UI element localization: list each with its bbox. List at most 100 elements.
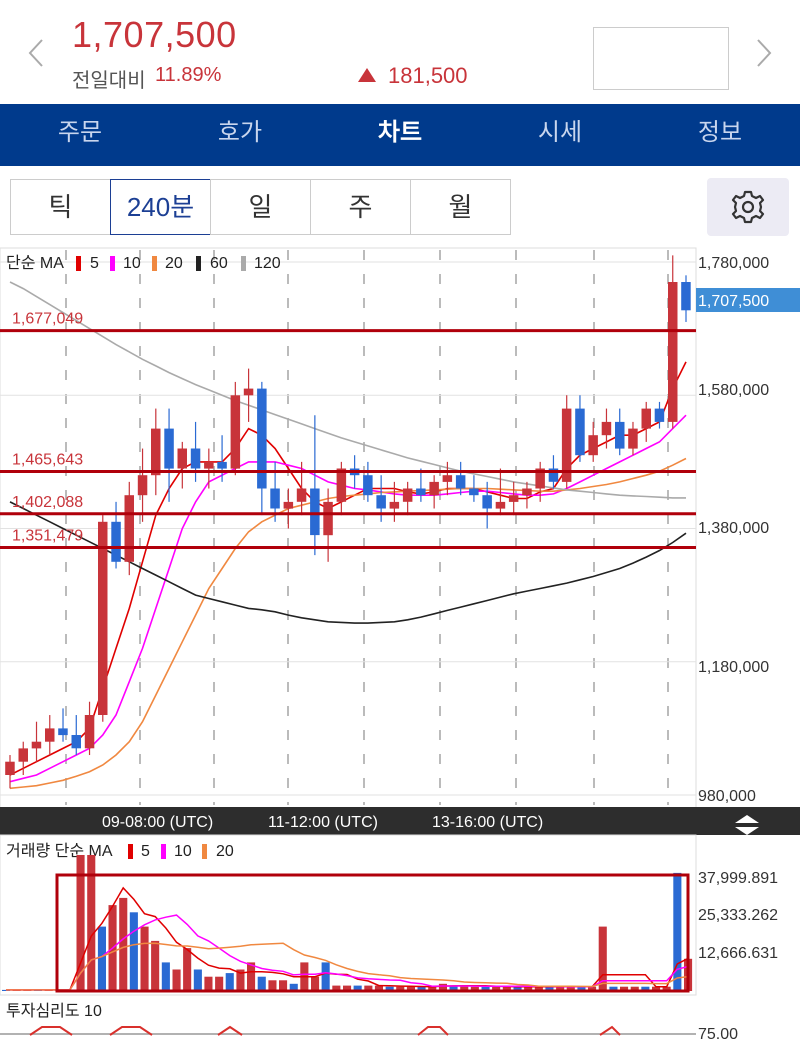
level-label: 1,677,049 <box>12 311 83 328</box>
candle-body <box>522 488 532 496</box>
time-label: 09-08:00 (UTC) <box>102 814 213 831</box>
candle-body <box>336 468 347 502</box>
price-axis: 1,780,000 1,580,000 1,380,000 1,180,000 … <box>696 255 800 805</box>
period-tick-button[interactable]: 틱 <box>10 179 111 235</box>
candle-body <box>654 408 665 422</box>
candle-body <box>137 475 148 496</box>
candle-body <box>508 495 519 502</box>
diff-label: 전일대비 <box>72 70 146 92</box>
current-price: 1,707,500 <box>72 14 237 55</box>
candle-body <box>84 715 95 749</box>
next-chevron-icon[interactable] <box>752 38 776 68</box>
ma10-label: 10 <box>123 255 141 272</box>
candle-body <box>416 488 426 496</box>
price-chart[interactable]: 1,677,049 1,465,643 1,402,088 1,351,479 단순 … <box>0 245 800 1039</box>
vol-ma20-label: 20 <box>216 843 234 860</box>
candle-body <box>668 282 678 422</box>
candle-body <box>111 521 121 562</box>
ma60-label: 60 <box>210 255 228 272</box>
y-tick-label: 1,580,000 <box>698 382 769 399</box>
candle-body <box>310 488 320 536</box>
ma5-label: 5 <box>90 255 99 272</box>
volume-bar <box>225 973 234 991</box>
volume-bar <box>204 976 213 991</box>
candle-body <box>442 475 453 482</box>
candle-body <box>31 741 42 749</box>
candle-body <box>495 501 506 509</box>
psych-tick-label: 75.00 <box>698 1026 738 1039</box>
ma20-label: 20 <box>165 255 183 272</box>
tab-orderbook[interactable]: 호가 <box>180 104 300 166</box>
candle-body <box>257 388 267 489</box>
candle-body <box>681 282 691 311</box>
candle-body <box>243 388 254 396</box>
ma10-swatch <box>110 256 115 271</box>
price-header: 1,707,500 전일대비 11.89% 181,500 <box>0 0 800 104</box>
vol-tick-label: 37,999.891 <box>698 870 778 887</box>
ma120-swatch <box>241 256 246 271</box>
candle-body <box>230 395 241 469</box>
time-label: 11-12:00 (UTC) <box>268 814 378 831</box>
vol-ma10-label: 10 <box>174 843 192 860</box>
volume-bar <box>193 969 202 991</box>
candle-body <box>588 435 598 456</box>
current-price-tag-label: 1,707,500 <box>698 293 769 310</box>
y-tick-label: 1,180,000 <box>698 659 769 676</box>
period-day-button[interactable]: 일 <box>210 179 311 235</box>
period-240m-button[interactable]: 240분 <box>110 179 211 235</box>
chart-settings-button[interactable] <box>707 178 789 236</box>
candle-body <box>429 481 439 496</box>
price-change: 181,500 <box>388 63 468 88</box>
period-week-button[interactable]: 주 <box>310 179 411 235</box>
tab-info[interactable]: 정보 <box>660 104 780 166</box>
candle-body <box>482 495 492 509</box>
candle-body <box>376 495 386 509</box>
period-month-button[interactable]: 월 <box>410 179 511 235</box>
level-label: 1,351,479 <box>12 528 83 545</box>
candle-body <box>402 488 413 502</box>
level-label: 1,465,643 <box>12 451 83 468</box>
candle-body <box>124 495 134 562</box>
candle-body <box>98 521 108 715</box>
volume-bar <box>172 969 181 991</box>
volume-bar <box>97 926 106 991</box>
volume-bar <box>140 926 149 991</box>
candle-body <box>71 735 81 749</box>
gear-icon <box>731 190 765 224</box>
candle-body <box>469 488 479 496</box>
main-tabs: 주문 호가 차트 시세 정보 <box>0 104 800 166</box>
volume-bar <box>129 912 138 991</box>
volume-bar <box>161 962 170 991</box>
tab-order[interactable]: 주문 <box>20 104 140 166</box>
ma60-swatch <box>196 256 201 271</box>
candle-body <box>641 408 651 429</box>
ma120-label: 120 <box>254 255 281 272</box>
candle-body <box>363 475 373 496</box>
up-triangle-icon <box>358 68 376 82</box>
tab-chart[interactable]: 차트 <box>340 104 460 166</box>
candle-body <box>58 728 68 736</box>
ma5-swatch <box>76 256 81 271</box>
volume-bar <box>257 976 266 991</box>
prev-chevron-icon[interactable] <box>24 38 48 68</box>
volume-bar <box>119 897 128 991</box>
candle-body <box>283 501 294 509</box>
mini-chart-box[interactable] <box>593 27 729 90</box>
candle-body <box>177 448 187 469</box>
vol-ma5-label: 5 <box>141 843 150 860</box>
candle-body <box>323 501 333 536</box>
tab-market[interactable]: 시세 <box>500 104 620 166</box>
candle-body <box>18 748 28 762</box>
vol-tick-label: 25,333.262 <box>698 907 778 924</box>
candle-body <box>217 461 227 469</box>
candle-body <box>164 428 174 469</box>
candle-body <box>270 488 280 509</box>
candle-body <box>5 761 15 775</box>
candle-body <box>601 421 612 436</box>
diff-percent: 11.89% <box>155 64 222 86</box>
volume-bar <box>268 980 277 991</box>
candle-body <box>296 488 307 502</box>
vol-tick-label: 12,666.631 <box>698 945 778 962</box>
ma20-swatch <box>152 256 157 271</box>
volume-bar <box>279 980 288 991</box>
